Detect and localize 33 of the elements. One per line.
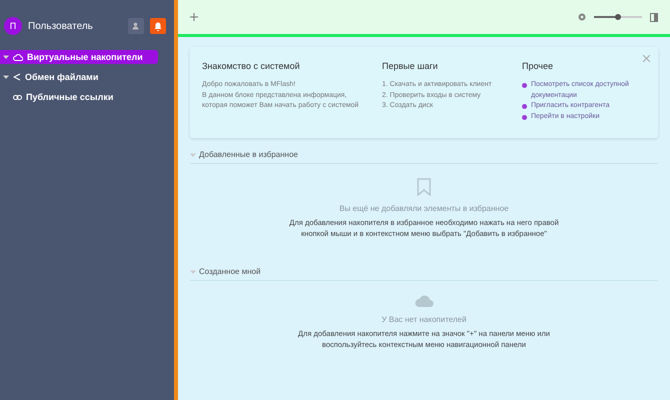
user-icon	[132, 22, 140, 30]
gear-icon[interactable]	[578, 13, 586, 21]
user-name: Пользователь	[28, 20, 94, 32]
slider-thumb[interactable]	[615, 14, 621, 20]
sidebar-item[interactable]: Обмен файлами	[0, 70, 158, 84]
column-title: Прочее	[522, 61, 554, 71]
link-bullet-icon	[522, 83, 527, 88]
link-icon	[13, 94, 22, 100]
user-avatar: П	[4, 17, 22, 35]
column-title: Знакомство с системой	[202, 61, 301, 71]
panel-icon[interactable]	[650, 12, 658, 22]
caret-icon[interactable]	[3, 54, 9, 60]
close-button[interactable]	[643, 55, 650, 62]
share-icon	[13, 73, 21, 81]
plus-icon	[190, 13, 198, 21]
section-header[interactable]: Добавленные в избранное	[190, 142, 658, 164]
caret-icon[interactable]	[3, 74, 9, 80]
empty-title: У Вас нет накопителей	[382, 315, 466, 324]
column-title: Первые шаги	[382, 61, 439, 71]
empty-title: Вы ещё не добавляли элементы в избранное	[339, 204, 509, 213]
add-button[interactable]	[190, 13, 198, 21]
link-bullet-icon	[522, 114, 527, 120]
cloud-icon	[13, 54, 23, 60]
sidebar-item[interactable]: Виртуальные накопители	[0, 50, 158, 64]
add-user-button[interactable]	[128, 18, 144, 34]
link-bullet-icon	[522, 104, 527, 109]
close-icon	[643, 55, 650, 62]
cloud-icon	[414, 295, 434, 307]
sidebar-item[interactable]: Публичные ссылки	[0, 90, 158, 104]
section-header[interactable]: Созданное мной	[190, 259, 658, 281]
bookmark-icon	[417, 178, 431, 196]
notification-button[interactable]	[150, 18, 166, 34]
bell-icon	[154, 22, 162, 30]
